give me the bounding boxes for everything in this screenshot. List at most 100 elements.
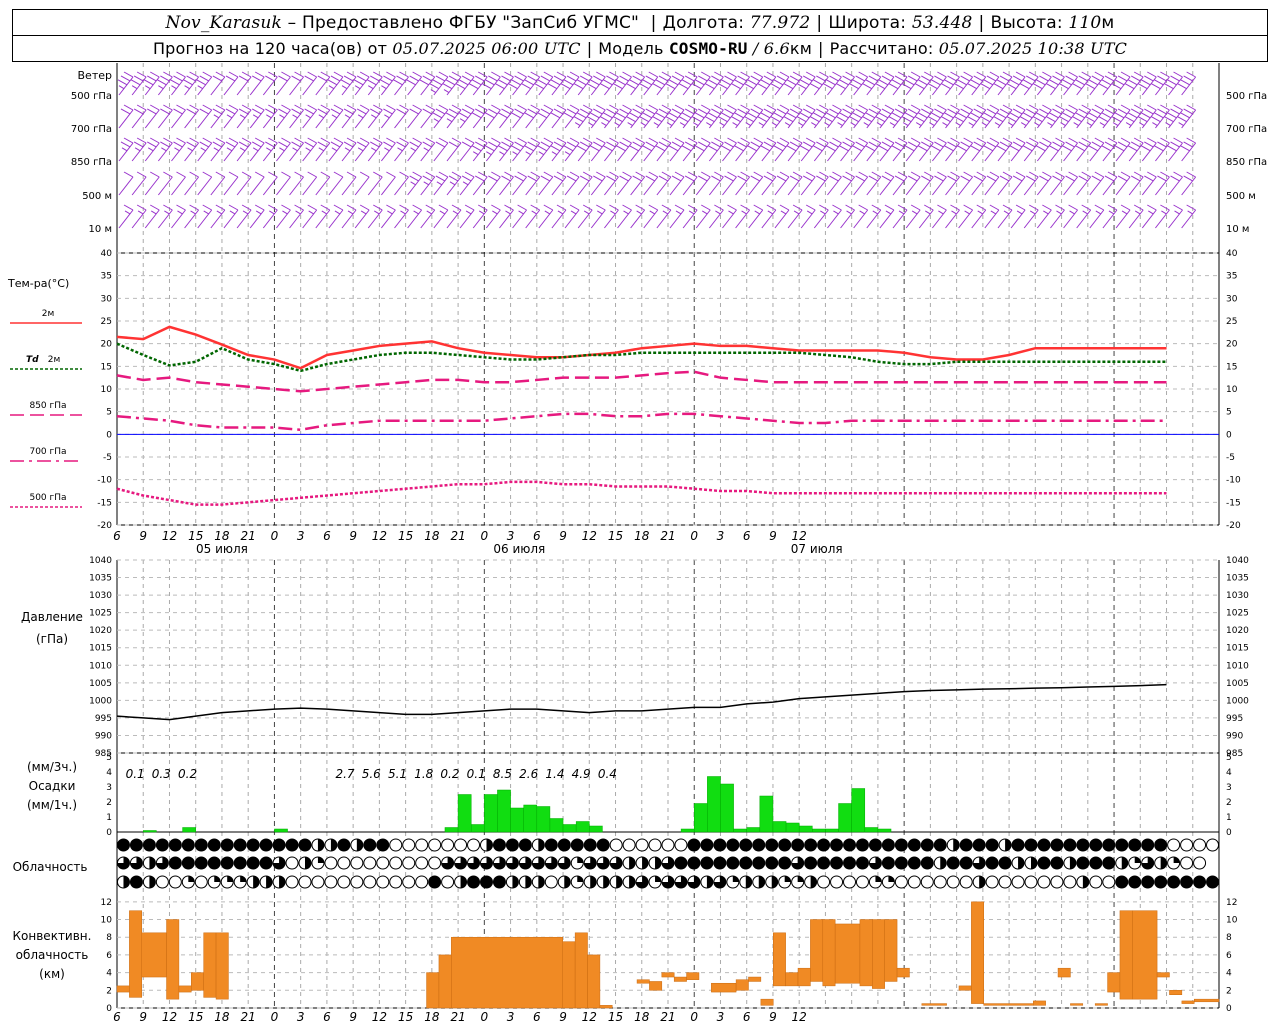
hour-tick-label-bottom: 9 bbox=[349, 1010, 357, 1024]
convective-bar bbox=[711, 982, 737, 993]
wind-barb bbox=[629, 137, 646, 162]
precip-bar bbox=[772, 821, 787, 833]
cloud-cover-fill bbox=[149, 876, 156, 888]
wind-barb bbox=[616, 137, 632, 162]
wind-barb bbox=[144, 104, 160, 129]
wind-barb bbox=[512, 171, 527, 196]
cloud-cover-symbol bbox=[168, 856, 182, 870]
wind-barb bbox=[367, 171, 383, 196]
cloud-cover-fill bbox=[538, 876, 545, 888]
cloud-cover-symbol bbox=[194, 875, 208, 889]
cloud-cover-fill bbox=[279, 876, 286, 888]
hour-tick-label: 6 bbox=[743, 529, 751, 543]
wind-barb bbox=[499, 204, 514, 229]
hour-tick-label-bottom: 18 bbox=[424, 1010, 440, 1024]
wind-barb bbox=[471, 104, 488, 129]
convective-bar bbox=[760, 998, 774, 1006]
cloud-cover-symbol bbox=[855, 875, 869, 889]
precip-sum-label: 4.9 bbox=[572, 767, 591, 781]
wind-barb bbox=[197, 171, 213, 196]
precip-sum-label: 8.5 bbox=[493, 767, 512, 781]
conv-tick-label: 2 bbox=[106, 986, 112, 996]
convective-bar bbox=[1070, 1003, 1084, 1006]
wind-barb bbox=[590, 171, 606, 196]
cloud-cover-symbol bbox=[843, 838, 857, 852]
wind-barb bbox=[1036, 137, 1052, 162]
wind-barb bbox=[498, 137, 514, 162]
wind-barb bbox=[656, 204, 672, 229]
wind-barb bbox=[1050, 171, 1065, 196]
wind-barb bbox=[223, 137, 239, 162]
pressure-tick-label-right: 1010 bbox=[1226, 661, 1249, 671]
precip-bar bbox=[680, 828, 695, 833]
wind-barb bbox=[918, 137, 934, 162]
pressure-tick-label-right: 1040 bbox=[1226, 556, 1249, 566]
cloud-cover-fill bbox=[642, 857, 649, 869]
cloud-cover-symbol bbox=[791, 838, 805, 852]
cloud-cover-fill bbox=[1082, 876, 1089, 888]
wind-barb bbox=[315, 71, 331, 96]
cloud-cover-symbol bbox=[1089, 856, 1103, 870]
cloud-cover-symbol bbox=[337, 856, 351, 870]
precip-bar bbox=[182, 827, 196, 833]
temp-tick-label-right: 35 bbox=[1226, 272, 1237, 282]
legend-label: 2м bbox=[48, 355, 61, 365]
convective-bar bbox=[587, 954, 601, 1009]
convective-bar bbox=[735, 979, 749, 991]
cloud-cover-fill bbox=[149, 857, 156, 869]
hour-tick-label: 12 bbox=[792, 529, 807, 543]
cloud-cover-symbol bbox=[492, 875, 506, 889]
wind-barb bbox=[617, 171, 632, 196]
wind-barb bbox=[1022, 137, 1039, 162]
wind-barb bbox=[236, 171, 252, 196]
cloud-cover-symbol bbox=[765, 856, 779, 870]
wind-barb bbox=[813, 137, 829, 162]
wind-barb bbox=[681, 137, 698, 162]
wind-barb bbox=[433, 204, 449, 229]
cloud-cover-symbol bbox=[220, 856, 234, 870]
temp-tick-label-right: -15 bbox=[1226, 498, 1241, 508]
hour-tick-label: 18 bbox=[214, 529, 230, 543]
wind-barb bbox=[380, 171, 396, 196]
cloud-cover-symbol bbox=[246, 838, 260, 852]
wind-barb bbox=[682, 204, 698, 229]
wind-barb bbox=[170, 71, 186, 96]
precip-tick-label-right: 4 bbox=[1226, 768, 1232, 778]
wind-barb bbox=[171, 137, 186, 162]
cloud-cover-symbol bbox=[739, 856, 753, 870]
wind-barb bbox=[590, 137, 606, 162]
hour-tick-label-bottom: 3 bbox=[297, 1010, 305, 1024]
cloud-cover-symbol bbox=[467, 838, 481, 852]
cloud-cover-symbol bbox=[635, 838, 649, 852]
hour-tick-label: 0 bbox=[690, 529, 698, 543]
precip-title: Осадки bbox=[29, 779, 76, 793]
cloud-cover-symbol bbox=[1206, 838, 1220, 852]
hour-tick-label-bottom: 9 bbox=[139, 1010, 147, 1024]
conv-tick-label-right: 6 bbox=[1226, 951, 1232, 961]
cloud-cover-fill bbox=[214, 876, 221, 882]
wind-barb bbox=[367, 71, 383, 96]
cloud-cover-fill bbox=[330, 839, 337, 851]
wind-barb bbox=[1115, 204, 1131, 229]
wind-barb bbox=[1010, 171, 1026, 196]
wind-barb bbox=[931, 204, 947, 229]
cloud-cover-symbol bbox=[298, 838, 312, 852]
wind-barb bbox=[197, 204, 213, 229]
wind-barb bbox=[380, 137, 396, 162]
precip-bar bbox=[785, 822, 800, 833]
wind-barb bbox=[353, 71, 370, 96]
wind-barb bbox=[407, 171, 423, 196]
wind-barb bbox=[682, 171, 698, 196]
convective-bar bbox=[562, 941, 576, 1009]
cloud-cover-symbol bbox=[168, 838, 182, 852]
wind-barb bbox=[210, 137, 226, 162]
convective-bar bbox=[649, 981, 663, 991]
cloud-cover-fill bbox=[240, 876, 247, 882]
wind-barb bbox=[695, 204, 711, 229]
cloud-cover-symbol bbox=[428, 838, 442, 852]
day-label: 06 июля bbox=[493, 542, 545, 556]
wind-barb bbox=[1063, 204, 1078, 229]
wind-level-label: 500 гПа bbox=[71, 91, 112, 102]
convective-bar bbox=[748, 976, 762, 982]
wind-barb bbox=[905, 171, 921, 196]
